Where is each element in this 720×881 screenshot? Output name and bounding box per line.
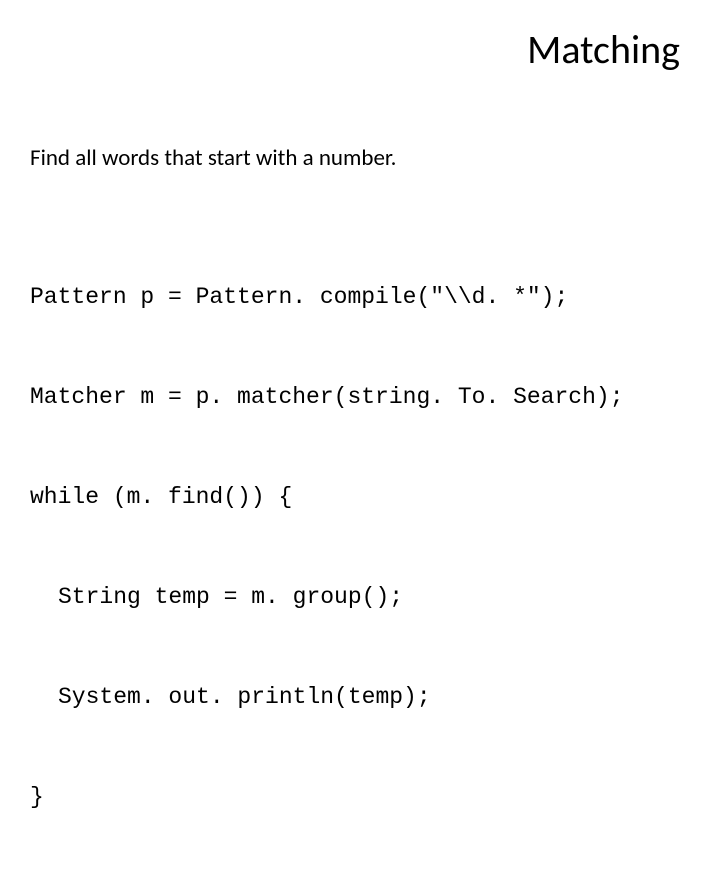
- code-line-5: System. out. println(temp);: [30, 681, 690, 714]
- slide-title: Matching: [30, 25, 690, 74]
- code-line-2: Matcher m = p. matcher(string. To. Searc…: [30, 381, 690, 414]
- slide-container: Matching Find all words that start with …: [0, 0, 720, 540]
- code-line-6: }: [30, 781, 690, 814]
- code-line-3: while (m. find()) {: [30, 481, 690, 514]
- slide-description: Find all words that start with a number.: [30, 144, 690, 174]
- code-line-4: String temp = m. group();: [30, 581, 690, 614]
- code-block: Pattern p = Pattern. compile("\\d. *"); …: [30, 214, 690, 881]
- code-line-1: Pattern p = Pattern. compile("\\d. *");: [30, 281, 690, 314]
